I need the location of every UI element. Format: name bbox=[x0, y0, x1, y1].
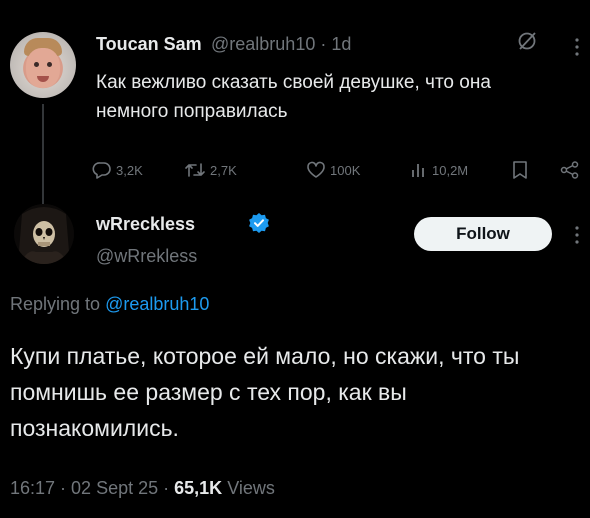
post-footer: 16:17 · 02 Sept 25 · 65,1K Views bbox=[10, 478, 275, 499]
repost-count: 2,7K bbox=[210, 162, 237, 178]
author-handle[interactable]: @realbruh10 bbox=[211, 34, 315, 54]
more-icon[interactable] bbox=[574, 224, 580, 246]
avatar-eye bbox=[47, 62, 52, 67]
author-meta: @realbruh10 · 1d bbox=[211, 34, 351, 55]
skull-avatar-icon bbox=[14, 204, 74, 264]
follow-button[interactable]: Follow bbox=[414, 217, 552, 251]
more-icon[interactable] bbox=[574, 36, 580, 58]
grok-icon[interactable] bbox=[516, 30, 538, 52]
post-text: Купи платье, которое ей мало, но скажи, … bbox=[10, 343, 520, 441]
author-handle[interactable]: @wRrekless bbox=[96, 246, 197, 267]
repost-button[interactable]: 2,7K bbox=[184, 160, 237, 180]
avatar-face bbox=[26, 48, 60, 88]
views-count: 10,2M bbox=[432, 162, 469, 178]
repost-icon bbox=[185, 163, 205, 177]
views-button[interactable]: 10,2M bbox=[410, 160, 468, 180]
reply-count: 3,2K bbox=[116, 162, 143, 178]
post-time[interactable]: · 1d bbox=[320, 34, 351, 54]
author-name[interactable]: wRreckless bbox=[96, 214, 195, 235]
avatar[interactable] bbox=[14, 204, 74, 264]
author-name[interactable]: Toucan Sam bbox=[96, 34, 202, 55]
replying-to: Replying to @realbruh10 bbox=[10, 294, 209, 315]
share-icon[interactable] bbox=[560, 161, 580, 179]
like-count: 100K bbox=[330, 162, 361, 178]
avatar-eye bbox=[34, 62, 39, 67]
post-timestamp[interactable]: 16:17 · 02 Sept 25 · bbox=[10, 478, 169, 498]
heart-icon bbox=[307, 161, 325, 178]
post-text: Как вежливо сказать своей девушке, что о… bbox=[96, 72, 491, 122]
bookmark-icon[interactable] bbox=[512, 161, 528, 179]
reply-icon bbox=[92, 162, 111, 179]
views-label: Views bbox=[227, 478, 275, 498]
views-count: 65,1K bbox=[174, 478, 223, 498]
thread-line bbox=[42, 104, 44, 204]
views-icon bbox=[412, 164, 424, 177]
avatar[interactable] bbox=[10, 32, 76, 98]
replying-to-label: Replying to bbox=[10, 294, 101, 314]
reply-button[interactable]: 3,2K bbox=[92, 160, 143, 180]
like-button[interactable]: 100K bbox=[306, 160, 360, 180]
verified-badge-icon bbox=[249, 213, 269, 233]
replying-to-handle[interactable]: @realbruh10 bbox=[105, 294, 209, 314]
